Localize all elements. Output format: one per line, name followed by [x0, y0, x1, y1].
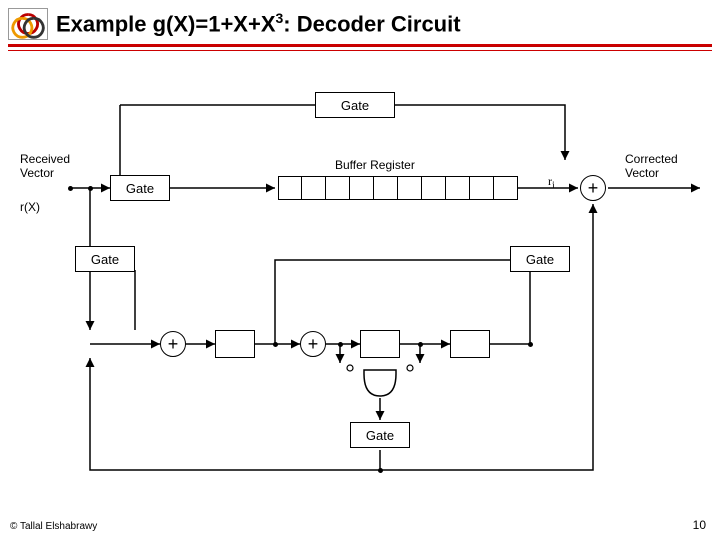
and-gate-icon: [362, 368, 398, 398]
gate-box-mid-left: Gate: [75, 246, 135, 272]
divider: [8, 44, 712, 47]
gate-box-bottom: Gate: [350, 422, 410, 448]
node-dot: [528, 342, 533, 347]
buffer-register: [278, 176, 518, 200]
corrected-vector-label: Corrected Vector: [625, 152, 678, 180]
adder-stage1: +: [300, 331, 326, 357]
footer-copyright: © Tallal Elshabrawy: [10, 521, 97, 532]
register-stage-0: [215, 330, 255, 358]
gate-box-mid-right: Gate: [510, 246, 570, 272]
divider: [8, 50, 712, 51]
gate-box-top: Gate: [315, 92, 395, 118]
buffer-label: Buffer Register: [335, 158, 415, 172]
register-stage-2: [450, 330, 490, 358]
node-dot: [418, 342, 423, 347]
page-number: 10: [693, 518, 706, 532]
adder-stage0: +: [160, 331, 186, 357]
node-dot: [273, 342, 278, 347]
diagram: Gate Received Vector r(X) Gate Buffer Re…: [0, 60, 720, 500]
rx-label: r(X): [20, 200, 40, 214]
ri-label: ri: [548, 174, 555, 191]
node-dot: [378, 468, 383, 473]
node-dot: [68, 186, 73, 191]
register-stage-1: [360, 330, 400, 358]
node-dot: [88, 186, 93, 191]
logo-icon: [8, 8, 48, 40]
gate-box-left: Gate: [110, 175, 170, 201]
slide-header: Example g(X)=1+X+X3: Decoder Circuit: [8, 8, 712, 40]
received-vector-label: Received Vector: [20, 152, 70, 180]
node-dot: [338, 342, 343, 347]
page-title: Example g(X)=1+X+X3: Decoder Circuit: [56, 10, 461, 37]
adder-output: +: [580, 175, 606, 201]
